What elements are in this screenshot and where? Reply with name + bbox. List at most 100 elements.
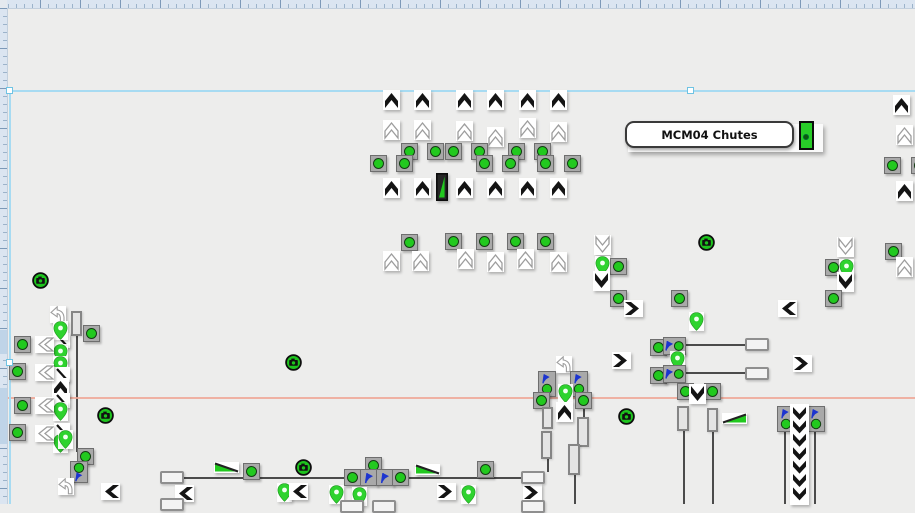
chevron-up-icon[interactable] [414, 178, 431, 198]
status-dot[interactable] [537, 155, 554, 172]
status-dot[interactable] [401, 234, 418, 251]
status-dot[interactable] [477, 461, 494, 478]
camera-icon[interactable] [698, 234, 715, 251]
location-pin-icon[interactable] [53, 402, 68, 421]
status-dot[interactable] [502, 155, 519, 172]
chevron-up-outline-icon[interactable] [519, 118, 536, 138]
diverter-bar-icon[interactable] [436, 173, 448, 201]
chevron-left-icon[interactable] [101, 483, 120, 500]
chevron-right-icon[interactable] [523, 484, 542, 501]
chevron-up-icon[interactable] [487, 90, 504, 110]
selection-handle[interactable] [6, 359, 13, 366]
conveyor-segment[interactable] [71, 311, 82, 336]
chevron-up-outline-icon[interactable] [414, 120, 431, 140]
status-dot[interactable] [825, 290, 842, 307]
chevron-left-outline-icon[interactable] [35, 425, 54, 442]
status-dot[interactable] [445, 233, 462, 250]
vertical-ruler[interactable] [0, 8, 8, 504]
location-pin-icon[interactable] [58, 430, 73, 449]
divert-status-tile[interactable] [807, 406, 825, 432]
camera-icon[interactable] [285, 354, 302, 371]
chevron-up-icon[interactable] [383, 178, 400, 198]
conveyor-endcap[interactable] [521, 500, 545, 513]
chevron-right-icon[interactable] [793, 355, 812, 372]
chevron-right-icon[interactable] [612, 352, 631, 369]
status-dot[interactable] [243, 463, 260, 480]
door-indicator[interactable] [799, 121, 814, 150]
status-dot[interactable] [14, 336, 31, 353]
mcm04-chutes-button[interactable]: MCM04 Chutes [625, 121, 794, 148]
location-pin-icon[interactable] [461, 485, 476, 504]
status-dot[interactable] [445, 143, 462, 160]
status-dot[interactable] [83, 325, 100, 342]
status-dot[interactable] [396, 155, 413, 172]
chevron-up-outline-icon[interactable] [896, 125, 913, 145]
chevron-up-icon[interactable] [456, 90, 473, 110]
ramp-indicator[interactable] [214, 462, 239, 473]
red-guide-line[interactable] [7, 397, 915, 399]
conveyor-segment[interactable] [541, 431, 552, 459]
chevron-up-outline-icon[interactable] [383, 251, 400, 271]
conveyor-endcap[interactable] [160, 471, 184, 484]
chevron-down-outline-icon[interactable] [837, 237, 854, 257]
conveyor-endcap[interactable] [745, 367, 769, 380]
chevron-up-icon[interactable] [893, 95, 910, 115]
location-pin-icon[interactable] [53, 321, 68, 340]
chevron-column-down[interactable] [790, 404, 809, 505]
camera-icon[interactable] [97, 407, 114, 424]
chevron-up-icon[interactable] [896, 181, 913, 201]
status-dot[interactable] [9, 424, 26, 441]
chevron-down-outline-icon[interactable] [594, 235, 611, 255]
chevron-up-outline-icon[interactable] [550, 122, 567, 142]
conveyor-segment[interactable] [577, 417, 589, 447]
status-dot[interactable] [14, 397, 31, 414]
status-dot[interactable] [476, 233, 493, 250]
status-dot[interactable] [671, 290, 688, 307]
horizontal-ruler[interactable] [0, 0, 915, 9]
selection-handle[interactable] [6, 87, 13, 94]
chevron-left-icon[interactable] [778, 300, 797, 317]
chevron-up-outline-icon[interactable] [412, 251, 429, 271]
chevron-up-icon[interactable] [456, 178, 473, 198]
status-dot[interactable] [392, 469, 409, 486]
chevron-up-icon[interactable] [383, 90, 400, 110]
chevron-up-icon[interactable] [556, 402, 573, 422]
chevron-down-icon[interactable] [689, 384, 706, 404]
chevron-up-outline-icon[interactable] [487, 127, 504, 147]
status-dot[interactable] [537, 233, 554, 250]
status-dot[interactable] [564, 155, 581, 172]
chevron-up-outline-icon[interactable] [517, 249, 534, 269]
chevron-left-icon[interactable] [289, 483, 308, 500]
chevron-right-icon[interactable] [437, 483, 456, 500]
status-dot[interactable] [427, 143, 444, 160]
chevron-down-icon[interactable] [593, 271, 610, 291]
status-dot[interactable] [370, 155, 387, 172]
chevron-up-icon[interactable] [519, 178, 536, 198]
chevron-up-icon[interactable] [487, 178, 504, 198]
turn-arrow-icon[interactable] [58, 478, 74, 495]
status-dot[interactable] [507, 233, 524, 250]
chevron-up-icon[interactable] [550, 178, 567, 198]
status-dot[interactable] [884, 157, 901, 174]
chevron-up-outline-icon[interactable] [456, 121, 473, 141]
divert-status-tile[interactable] [663, 365, 686, 383]
location-pin-icon[interactable] [689, 312, 704, 331]
ramp-indicator[interactable] [415, 464, 440, 475]
conveyor-segment[interactable] [568, 444, 580, 475]
conveyor-endcap[interactable] [745, 338, 769, 351]
chevron-up-icon[interactable] [519, 90, 536, 110]
status-dot[interactable] [344, 469, 361, 486]
chevron-up-outline-icon[interactable] [457, 249, 474, 269]
chevron-down-icon[interactable] [837, 272, 854, 292]
status-dot[interactable] [575, 392, 592, 409]
status-dot[interactable] [476, 155, 493, 172]
status-dot[interactable] [704, 383, 721, 400]
conveyor-segment[interactable] [542, 407, 553, 429]
chevron-up-outline-icon[interactable] [896, 257, 913, 277]
conveyor-segment[interactable] [677, 406, 689, 431]
chevron-up-icon[interactable] [414, 90, 431, 110]
chevron-up-outline-icon[interactable] [550, 252, 567, 272]
conveyor-endcap[interactable] [372, 500, 396, 513]
conveyor-endcap[interactable] [160, 498, 184, 511]
status-dot[interactable] [911, 157, 915, 174]
